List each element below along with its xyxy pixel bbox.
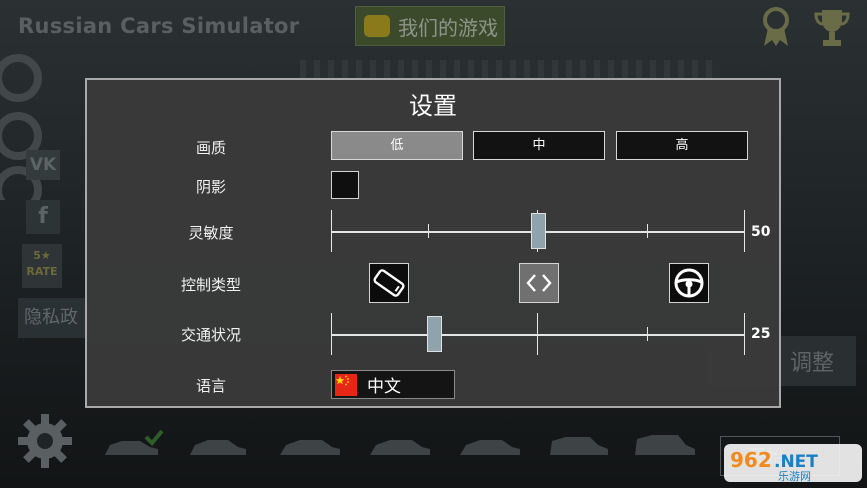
our-games-button[interactable]: 我们的游戏 xyxy=(355,6,505,46)
gamepad-icon xyxy=(364,15,390,37)
sensitivity-slider[interactable] xyxy=(331,210,745,252)
trophy-icon[interactable] xyxy=(814,6,850,48)
quality-medium-button[interactable]: 中 xyxy=(473,131,605,160)
rate-button[interactable]: 5★ RATE xyxy=(22,244,62,288)
sensitivity-label: 灵敏度 xyxy=(188,224,234,242)
shadows-checkbox[interactable] xyxy=(331,171,359,199)
slider-tick xyxy=(331,210,332,252)
rate-label: RATE xyxy=(26,265,58,278)
language-value: 中文 xyxy=(367,377,401,397)
language-label: 语言 xyxy=(195,377,226,395)
shadows-label: 阴影 xyxy=(195,178,226,196)
our-games-label: 我们的游戏 xyxy=(398,15,498,40)
control-type-label: 控制类型 xyxy=(180,276,241,294)
steering-wheel-icon xyxy=(674,268,704,298)
sensitivity-slider-thumb[interactable] xyxy=(530,213,546,249)
tilt-phone-icon xyxy=(373,269,405,297)
quality-high-button[interactable]: 高 xyxy=(616,131,748,160)
slider-tick xyxy=(428,224,429,238)
control-wheel-button[interactable] xyxy=(669,263,709,303)
traffic-slider-thumb[interactable] xyxy=(427,316,442,352)
gear-icon[interactable] xyxy=(16,412,74,470)
control-tilt-button[interactable] xyxy=(369,263,409,303)
quality-low-button[interactable]: 低 xyxy=(331,131,463,160)
language-selector[interactable]: 中文 xyxy=(331,370,455,399)
settings-title: 设置 xyxy=(409,92,457,120)
svg-text:.NET: .NET xyxy=(774,452,818,472)
arrows-icon xyxy=(526,274,552,292)
traffic-slider[interactable] xyxy=(331,313,745,355)
vk-button[interactable]: VK xyxy=(26,150,60,180)
traffic-value: 25 xyxy=(751,326,771,342)
slider-tick xyxy=(647,327,648,341)
slider-tick xyxy=(331,313,332,355)
watermark-logo: 962 .NET 乐游网 xyxy=(724,444,862,483)
svg-text:962: 962 xyxy=(730,448,772,472)
slider-tick xyxy=(744,210,745,252)
svg-text:乐游网: 乐游网 xyxy=(778,470,811,483)
facebook-button[interactable]: f xyxy=(26,200,60,234)
slider-tick xyxy=(647,224,648,238)
slider-track xyxy=(331,334,745,336)
traffic-label: 交通状况 xyxy=(180,326,241,344)
ribbon-icon[interactable] xyxy=(760,6,792,48)
slider-tick xyxy=(537,313,538,355)
control-arrows-button[interactable] xyxy=(519,263,559,303)
slider-tick xyxy=(744,313,745,355)
sensitivity-value: 50 xyxy=(751,224,771,240)
app-title: Russian Cars Simulator xyxy=(18,14,300,38)
rate-stars: 5★ xyxy=(33,249,51,262)
china-flag-icon xyxy=(335,373,357,396)
quality-label: 画质 xyxy=(195,139,226,157)
privacy-button[interactable]: 隐私政 xyxy=(18,298,86,338)
car-selector-strip[interactable] xyxy=(100,425,700,465)
settings-dialog: 设置 画质 低 中 高 阴影 灵敏度 50 控制类型 交通状况 25 语言 中文 xyxy=(85,78,781,408)
